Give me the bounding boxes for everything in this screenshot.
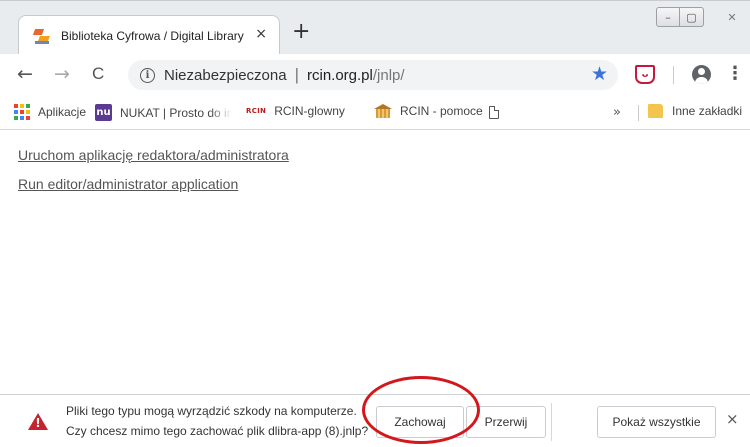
building-icon <box>374 104 392 118</box>
tab-close-icon[interactable]: × <box>255 26 267 42</box>
library-favicon-icon <box>32 27 51 45</box>
bookmark-label: RCIN-glowny <box>274 104 345 118</box>
bookmark-other[interactable]: Inne zakładki <box>648 104 742 118</box>
info-icon[interactable]: i <box>140 67 155 83</box>
launch-editor-link-en[interactable]: Run editor/administrator application <box>18 176 238 192</box>
bookmark-star-icon[interactable]: ★ <box>591 63 608 85</box>
bookmarks-divider <box>638 105 639 121</box>
discard-button[interactable]: Przerwij <box>466 406 546 438</box>
bookmark-label: RCIN - pomoce <box>400 104 483 118</box>
url-separator: | <box>294 65 299 84</box>
address-bar[interactable]: i Niezabezpieczona | rcin.org.pl /jnlp/ … <box>128 60 618 90</box>
reload-button[interactable]: C <box>92 63 104 85</box>
show-all-downloads-button[interactable]: Pokaż wszystkie <box>597 406 716 438</box>
apps-grid-icon <box>14 104 30 120</box>
warning-mark: ! <box>35 416 41 430</box>
window-close-button[interactable]: ✕ <box>720 7 744 27</box>
bookmarks-bar: Aplikacje nu NUKAT | Prosto do info RCIN… <box>0 96 750 130</box>
window-controls: – ▢ ✕ <box>656 7 744 29</box>
bookmark-nukat[interactable]: nu NUKAT | Prosto do info <box>95 104 232 121</box>
bookmark-rcin-pomoce[interactable]: RCIN - pomoce <box>374 104 483 118</box>
download-warning-line1: Pliki tego typu mogą wyrządzić szkody na… <box>66 404 357 418</box>
bookmarks-overflow-button[interactable]: » <box>613 105 621 120</box>
active-tab[interactable]: Biblioteka Cyfrowa / Digital Library × <box>18 15 280 55</box>
minimize-button[interactable]: – <box>656 7 680 27</box>
maximize-button[interactable]: ▢ <box>680 7 704 27</box>
page-icon <box>489 106 499 119</box>
extension-shield-icon[interactable]: ᴗ <box>635 65 655 84</box>
download-bar-divider <box>551 403 552 441</box>
browser-menu-icon[interactable]: ⋮ <box>726 64 744 84</box>
url-host: rcin.org.pl <box>307 66 373 84</box>
nukat-icon: nu <box>95 104 112 121</box>
tab-title: Biblioteka Cyfrowa / Digital Library <box>61 28 244 43</box>
download-warning-line2: Czy chcesz mimo tego zachować plik dlibr… <box>66 424 369 438</box>
bookmark-page[interactable] <box>489 106 499 119</box>
download-bar-close-icon[interactable]: × <box>726 410 739 428</box>
bookmark-rcin-glowny[interactable]: RCIN RCIN-glowny <box>246 104 345 118</box>
bookmark-label: Inne zakładki <box>672 104 743 118</box>
launch-editor-link-pl[interactable]: Uruchom aplikację redaktora/administrato… <box>18 147 289 163</box>
new-tab-button[interactable]: + <box>292 21 310 43</box>
browser-toolbar: ← → C i Niezabezpieczona | rcin.org.pl /… <box>0 54 750 96</box>
bookmark-label: NUKAT | Prosto do info <box>120 105 232 120</box>
rcin-icon: RCIN <box>246 107 267 115</box>
page-content: Uruchom aplikację redaktora/administrato… <box>0 131 750 393</box>
folder-icon <box>648 104 663 118</box>
forward-button[interactable]: → <box>54 63 70 85</box>
url-path: /jnlp/ <box>372 66 405 84</box>
tab-strip: Biblioteka Cyfrowa / Digital Library × +… <box>0 0 750 55</box>
security-label: Niezabezpieczona <box>164 66 287 84</box>
bookmark-label: Aplikacje <box>38 105 87 119</box>
download-bar: ! Pliki tego typu mogą wyrządzić szkody … <box>0 394 750 447</box>
back-button[interactable]: ← <box>17 63 33 85</box>
profile-avatar-icon[interactable] <box>692 65 711 84</box>
keep-button[interactable]: Zachowaj <box>376 406 464 438</box>
bookmark-apps[interactable]: Aplikacje <box>14 104 86 120</box>
toolbar-divider <box>673 66 674 84</box>
